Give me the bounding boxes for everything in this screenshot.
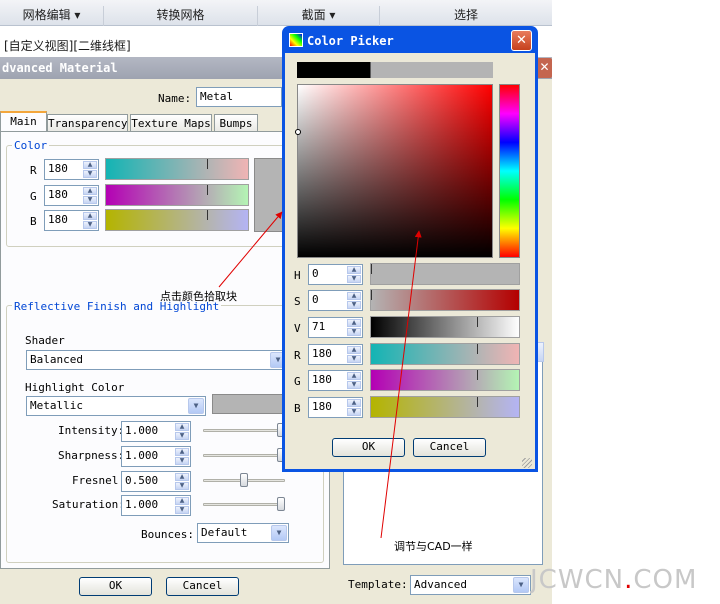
annotation-arrows xyxy=(218,211,422,539)
annotation-click-swatch: 点击颜色拾取块 xyxy=(160,290,237,303)
annotation-same-as-cad: 调节与CAD一样 xyxy=(394,540,473,553)
watermark-logo: JCWCN.COM xyxy=(530,565,698,595)
arrow-to-swatch xyxy=(218,211,283,288)
arrow-to-picker xyxy=(380,230,422,539)
